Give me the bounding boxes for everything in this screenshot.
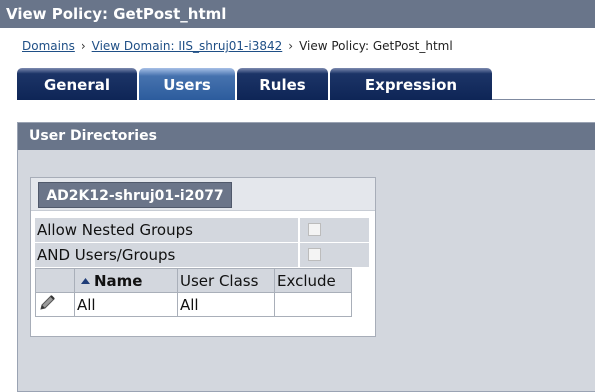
option-row-and-users-groups: AND Users/Groups [35, 243, 369, 267]
name-cell: All [74, 292, 178, 317]
tab-users[interactable]: Users [139, 68, 235, 100]
breadcrumb-current: View Policy: GetPost_html [299, 39, 453, 53]
option-row-nested-groups: Allow Nested Groups [35, 218, 369, 242]
name-column-label: Name [94, 271, 143, 290]
name-column-header[interactable]: Name [74, 268, 178, 293]
user-class-column-header[interactable]: User Class [177, 268, 275, 293]
tab-rules[interactable]: Rules [237, 68, 328, 100]
user-class-cell: All [177, 292, 275, 317]
table-header-row: Name User Class Exclude [35, 268, 352, 293]
user-directories-panel: User Directories AD2K12-shruj01-i2077 Al… [17, 122, 595, 392]
panel-title: User Directories [18, 123, 595, 150]
page-title: View Policy: GetPost_html [0, 0, 595, 28]
exclude-column-header[interactable]: Exclude [274, 268, 352, 293]
allow-nested-groups-checkbox[interactable] [308, 223, 321, 236]
breadcrumb-separator: › [80, 39, 86, 53]
allow-nested-groups-label: Allow Nested Groups [37, 221, 193, 239]
breadcrumb: Domains › View Domain: IIS_shruj01-i3842 › V… [22, 39, 453, 53]
tab-general[interactable]: General [17, 68, 137, 100]
users-table: Name User Class Exclude All All [35, 268, 352, 317]
directory-box: AD2K12-shruj01-i2077 Allow Nested Groups… [30, 177, 376, 337]
tab-bar-divider [492, 99, 595, 100]
directory-tab[interactable]: AD2K12-shruj01-i2077 [38, 182, 232, 208]
pencil-icon[interactable] [38, 294, 58, 312]
breadcrumb-separator: › [288, 39, 294, 53]
breadcrumb-link-view-domain[interactable]: View Domain: IIS_shruj01-i3842 [92, 39, 283, 53]
checkbox-cell [298, 218, 369, 242]
table-row: All All [35, 292, 352, 317]
tab-expression[interactable]: Expression [330, 68, 492, 100]
sort-ascending-icon [81, 277, 90, 284]
edit-column-header [35, 268, 75, 293]
and-users-groups-label: AND Users/Groups [37, 246, 176, 264]
edit-cell [35, 292, 75, 317]
directory-tab-strip: AD2K12-shruj01-i2077 [31, 178, 375, 211]
exclude-cell [274, 292, 352, 317]
breadcrumb-link-domains[interactable]: Domains [22, 39, 75, 53]
checkbox-cell [298, 243, 369, 267]
and-users-groups-checkbox[interactable] [308, 248, 321, 261]
